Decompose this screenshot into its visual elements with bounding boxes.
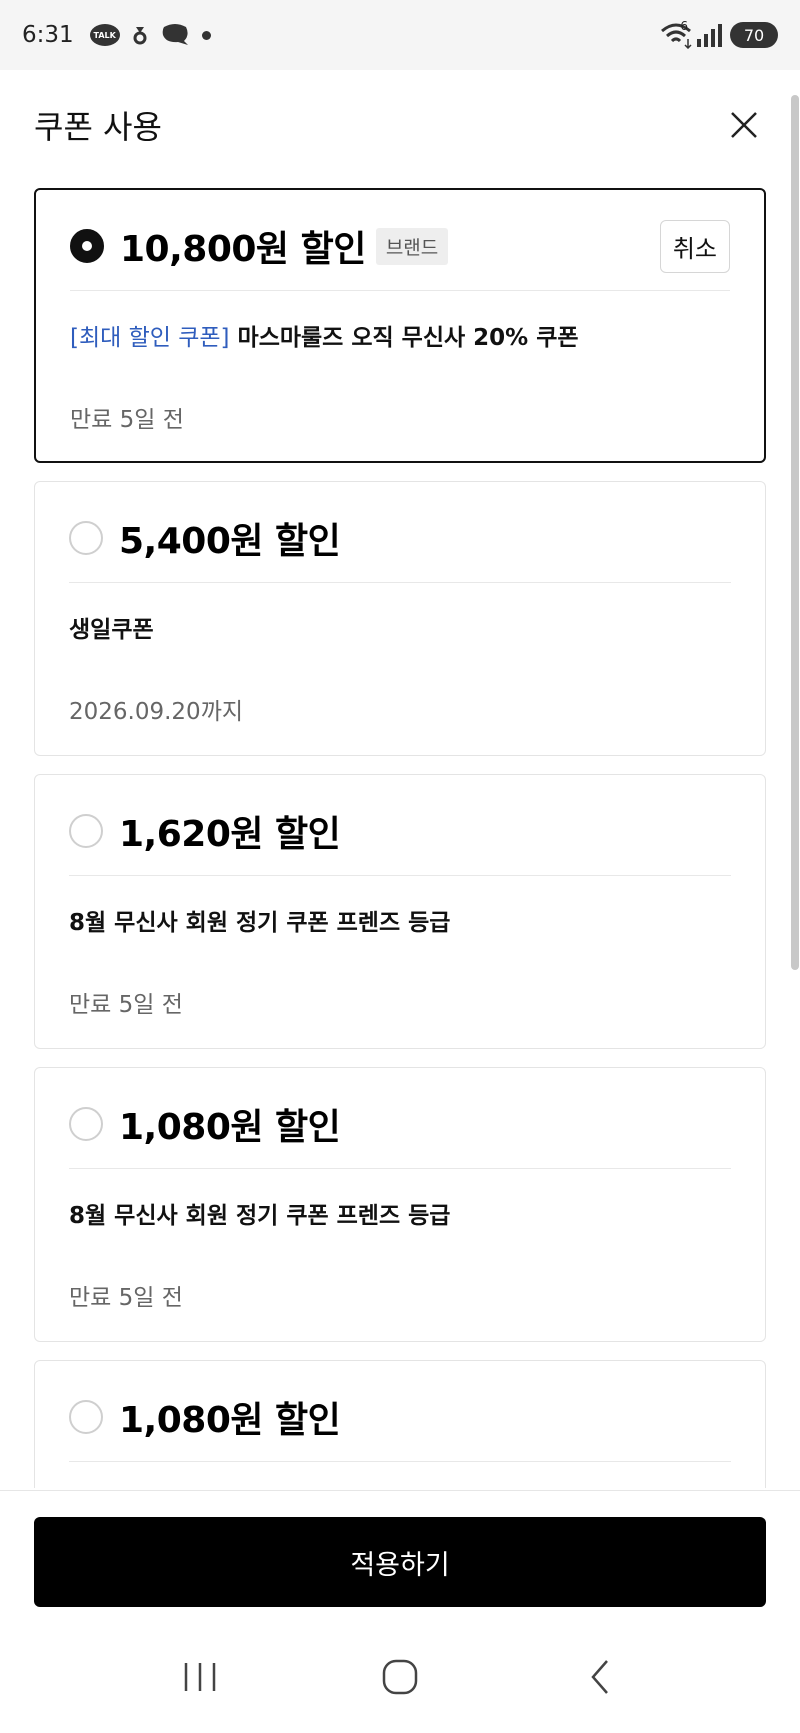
scrollbar[interactable] xyxy=(791,95,799,970)
coupon-expiry: 2026.09.20까지 xyxy=(69,699,244,725)
radio-unselected[interactable] xyxy=(69,1400,103,1434)
wifi-icon xyxy=(660,21,696,49)
status-time: 6:31 xyxy=(22,22,74,48)
cancel-button[interactable]: 취소 xyxy=(659,219,730,273)
radio-selected[interactable] xyxy=(70,229,104,263)
divider xyxy=(69,582,731,583)
home-icon xyxy=(382,1659,418,1694)
back-icon xyxy=(591,1659,608,1694)
max-discount-tag: [최대 할인 쿠폰] xyxy=(70,325,230,351)
coupon-name-text: 마스마룰즈 오직 무신사 20% 쿠폰 xyxy=(229,325,579,351)
coupon-expiry: 만료 5일 전 xyxy=(69,992,183,1018)
brand-badge: 브랜드 xyxy=(375,227,449,265)
coupon-amount: 5,400원 할인 xyxy=(119,521,341,562)
coupon-amount: 1,080원 할인 xyxy=(119,1400,341,1441)
home-button[interactable] xyxy=(370,1647,430,1707)
close-icon xyxy=(731,112,757,138)
header: 쿠폰 사용 xyxy=(0,70,800,180)
coupon-card[interactable]: 1,620원 할인 8월 무신사 회원 정기 쿠폰 프렌즈 등급 만료 5일 전 xyxy=(34,774,766,1049)
radio-unselected[interactable] xyxy=(69,521,103,555)
battery-indicator: 70 xyxy=(730,22,778,48)
coupon-card[interactable]: 5,400원 할인 생일쿠폰 2026.09.20까지 xyxy=(34,481,766,756)
network-type-label: 6 xyxy=(680,19,688,33)
kakaotalk-icon: TALK xyxy=(89,24,120,46)
coupon-expiry: 만료 5일 전 xyxy=(69,1285,183,1311)
coupon-name: 8월 무신사 회원 정기 쿠폰 프렌즈 등급 xyxy=(69,1203,451,1229)
recent-apps-icon xyxy=(184,1662,216,1691)
radio-unselected[interactable] xyxy=(69,1107,103,1141)
coupon-expiry: 만료 5일 전 xyxy=(70,407,184,433)
coupon-name: 생일쿠폰 xyxy=(69,617,154,643)
coupon-amount: 1,080원 할인 xyxy=(119,1107,341,1148)
coupon-card[interactable]: 10,800원 할인 브랜드 취소 [최대 할인 쿠폰] 마스마룰즈 오직 무신… xyxy=(34,188,766,463)
close-button[interactable] xyxy=(724,105,764,145)
divider xyxy=(69,875,731,876)
signal-icon xyxy=(696,23,722,47)
footer: 적용하기 xyxy=(0,1490,800,1620)
page-title: 쿠폰 사용 xyxy=(34,108,162,146)
app-notification-icon xyxy=(132,23,148,47)
radio-unselected[interactable] xyxy=(69,814,103,848)
coupon-list: 10,800원 할인 브랜드 취소 [최대 할인 쿠폰] 마스마룰즈 오직 무신… xyxy=(34,188,766,1488)
navigation-bar xyxy=(0,1620,800,1733)
divider xyxy=(69,1168,731,1169)
coupon-card[interactable]: 1,080원 할인 xyxy=(34,1360,766,1488)
divider xyxy=(69,1461,731,1462)
back-button[interactable] xyxy=(570,1647,630,1707)
coupon-name: 8월 무신사 회원 정기 쿠폰 프렌즈 등급 xyxy=(69,910,451,936)
divider xyxy=(70,290,730,291)
more-notifications-dot xyxy=(201,30,211,40)
status-bar: 6:31 TALK 6 70 xyxy=(0,0,800,70)
apply-button[interactable]: 적용하기 xyxy=(34,1517,766,1607)
coupon-name: [최대 할인 쿠폰] 마스마룰즈 오직 무신사 20% 쿠폰 xyxy=(70,318,744,352)
coupon-card[interactable]: 1,080원 할인 8월 무신사 회원 정기 쿠폰 프렌즈 등급 만료 5일 전 xyxy=(34,1067,766,1342)
coupon-amount: 1,620원 할인 xyxy=(119,814,341,855)
coupon-amount: 10,800원 할인 xyxy=(120,229,366,270)
chat-bubble-icon xyxy=(160,23,190,47)
recent-apps-button[interactable] xyxy=(170,1647,230,1707)
